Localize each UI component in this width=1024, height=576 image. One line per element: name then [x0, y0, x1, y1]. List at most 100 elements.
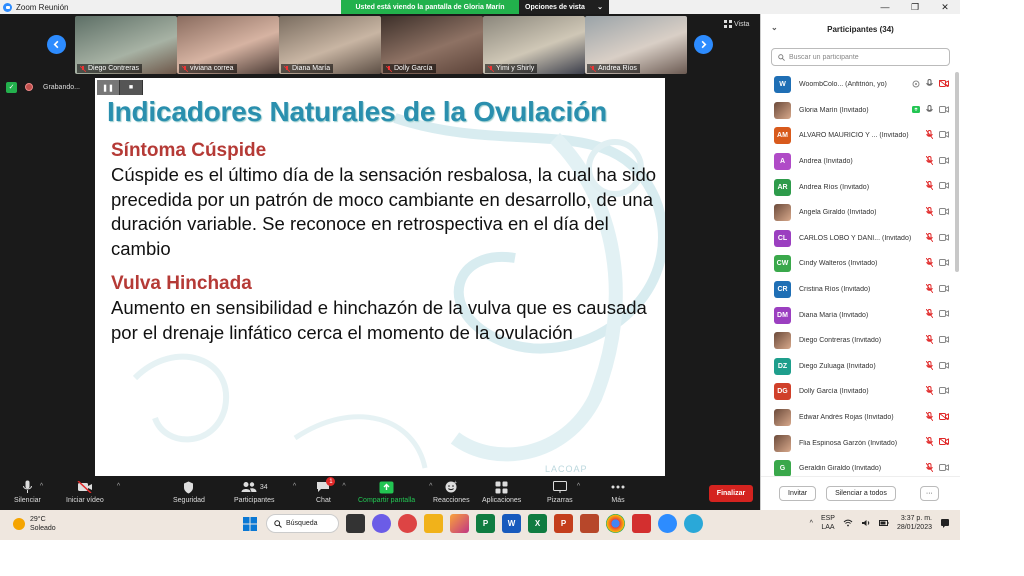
start-video-button[interactable]: ^ Iniciar vídeo	[66, 479, 120, 504]
share-screen-button[interactable]: ^ Compartir pantalla	[358, 479, 432, 504]
video-camera-icon[interactable]	[939, 387, 949, 395]
participant-row[interactable]: Angela Giraldo (Invitado)	[761, 200, 955, 226]
participant-row[interactable]: DZ Diego Zuluaga (Invitado)	[761, 354, 955, 380]
powerpoint-icon[interactable]: P	[554, 514, 573, 533]
acrobat-icon[interactable]	[632, 514, 651, 533]
participant-search[interactable]	[771, 48, 950, 66]
task-view-icon[interactable]	[346, 514, 365, 533]
participant-row[interactable]: Edwar Andrés Rojas (Invitado)	[761, 405, 955, 431]
participant-list-scrollbar[interactable]	[955, 72, 959, 272]
video-camera-icon[interactable]	[939, 284, 949, 292]
video-camera-icon[interactable]	[939, 182, 949, 190]
video-camera-icon[interactable]	[939, 335, 949, 343]
chat-button[interactable]: 1 ^ Chat	[316, 477, 346, 504]
participants-button[interactable]: 34 ^ Participantes	[234, 479, 296, 504]
word-icon[interactable]: W	[502, 514, 521, 533]
participant-row[interactable]: DG Dolly García (Invitado)	[761, 379, 955, 405]
whiteboards-button[interactable]: ^ Pizarras	[547, 479, 580, 504]
muted-mic-icon[interactable]	[926, 386, 933, 396]
invite-button[interactable]: Invitar	[779, 486, 817, 501]
taskbar-search[interactable]: Búsqueda	[266, 514, 339, 533]
muted-mic-icon[interactable]	[926, 360, 933, 370]
notification-icon[interactable]	[940, 518, 950, 528]
stop-recording-button[interactable]: ■	[120, 80, 143, 95]
video-camera-icon[interactable]	[939, 361, 949, 369]
muted-mic-icon[interactable]	[926, 462, 933, 472]
taskbar-clock[interactable]: 3:37 p. m. 28/01/2023	[897, 514, 932, 532]
participant-row[interactable]: DM Diana María (Invitado)	[761, 302, 955, 328]
participant-row[interactable]: CR Cristina Ríos (Invitado)	[761, 277, 955, 303]
teams-chat-icon[interactable]	[372, 514, 391, 533]
muted-mic-icon[interactable]	[926, 155, 933, 165]
muted-mic-icon[interactable]	[926, 232, 933, 242]
chevron-up-icon[interactable]: ^	[810, 520, 813, 527]
participant-search-input[interactable]	[789, 53, 939, 61]
photos-icon[interactable]	[450, 514, 469, 533]
security-button[interactable]: Seguridad	[173, 479, 205, 504]
muted-mic-icon[interactable]	[926, 411, 933, 421]
video-thumbnail[interactable]: Dolly García	[381, 16, 483, 74]
more-options-button[interactable]: ···	[919, 486, 939, 501]
reactions-button[interactable]: + Reacciones	[433, 479, 470, 504]
microphone-icon[interactable]	[926, 79, 933, 88]
video-camera-icon[interactable]	[939, 259, 949, 267]
participant-row[interactable]: G Geraldin Giraldo (Invitado)	[761, 456, 955, 478]
previous-page-button[interactable]	[47, 35, 66, 54]
view-button[interactable]: Vista	[724, 20, 749, 28]
app-icon[interactable]	[684, 514, 703, 533]
participant-row[interactable]: A Andrea (Invitado)	[761, 149, 955, 175]
battery-icon[interactable]	[878, 520, 889, 526]
video-camera-icon[interactable]	[939, 105, 949, 113]
wifi-icon[interactable]	[843, 519, 853, 527]
close-button[interactable]: ✕	[930, 0, 960, 14]
muted-mic-icon[interactable]	[926, 309, 933, 319]
participant-row[interactable]: AM ALVARO MAURICIO Y ... (Invitado)	[761, 123, 955, 149]
collapse-chevron-icon[interactable]: ⌄	[771, 23, 778, 32]
muted-mic-icon[interactable]	[926, 130, 933, 140]
settings-icon[interactable]	[912, 80, 920, 88]
end-meeting-button[interactable]: Finalizar	[709, 485, 753, 502]
video-camera-icon[interactable]	[939, 131, 949, 139]
video-thumbnail[interactable]: Yimi y Shirly	[483, 16, 585, 74]
video-thumbnail[interactable]: Diana María	[279, 16, 381, 74]
more-button[interactable]: Más	[611, 479, 625, 504]
participant-row[interactable]: CL CARLOS LOBO Y DANI... (Invitado)	[761, 226, 955, 252]
microphone-icon[interactable]	[926, 104, 933, 114]
excel-icon[interactable]: X	[528, 514, 547, 533]
video-thumbnail[interactable]: Andrea Ríos	[585, 16, 687, 74]
volume-icon[interactable]	[861, 519, 871, 527]
mute-button[interactable]: ^ Silenciar	[14, 479, 43, 504]
maximize-button[interactable]: ❐	[900, 0, 930, 14]
participant-row[interactable]: Diego Contreras (Invitado)	[761, 328, 955, 354]
video-off-icon[interactable]	[939, 412, 949, 420]
windows-start-icon[interactable]	[240, 514, 259, 533]
participant-row[interactable]: AR Andrea Ríos (Invitado)	[761, 174, 955, 200]
minimize-button[interactable]: —	[870, 0, 900, 14]
muted-mic-icon[interactable]	[926, 283, 933, 293]
participant-row[interactable]: Flia Espinosa Garzón (Invitado)	[761, 430, 955, 456]
next-page-button[interactable]	[694, 35, 713, 54]
language-indicator[interactable]: ESP LAA	[821, 514, 835, 532]
publisher-icon[interactable]: P	[476, 514, 495, 533]
video-thumbnail[interactable]: viviana correa	[177, 16, 279, 74]
video-off-icon[interactable]	[939, 438, 949, 446]
shield-icon[interactable]: ✓	[6, 81, 17, 93]
mute-all-button[interactable]: Silenciar a todos	[826, 486, 896, 501]
muted-mic-icon[interactable]	[926, 181, 933, 191]
video-thumbnail[interactable]: Diego Contreras	[75, 16, 177, 74]
participant-row[interactable]: W WoombColo... (Anfitrión, yo)	[761, 72, 955, 98]
app-icon[interactable]	[580, 514, 599, 533]
participant-row[interactable]: Gloria Marín (Invitado)	[761, 98, 955, 124]
muted-mic-icon[interactable]	[926, 206, 933, 216]
weather-widget[interactable]: 29°C Soleado	[13, 515, 56, 533]
muted-mic-icon[interactable]	[926, 437, 933, 447]
chrome-icon[interactable]	[606, 514, 625, 533]
view-options-button[interactable]: Opciones de vista ⌄	[519, 0, 609, 14]
video-off-icon[interactable]	[939, 80, 949, 87]
video-camera-icon[interactable]	[939, 310, 949, 318]
app-icon[interactable]	[398, 514, 417, 533]
video-camera-icon[interactable]	[939, 463, 949, 471]
apps-button[interactable]: Aplicaciones	[482, 479, 521, 504]
zoom-taskbar-icon[interactable]	[658, 514, 677, 533]
video-camera-icon[interactable]	[939, 156, 949, 164]
